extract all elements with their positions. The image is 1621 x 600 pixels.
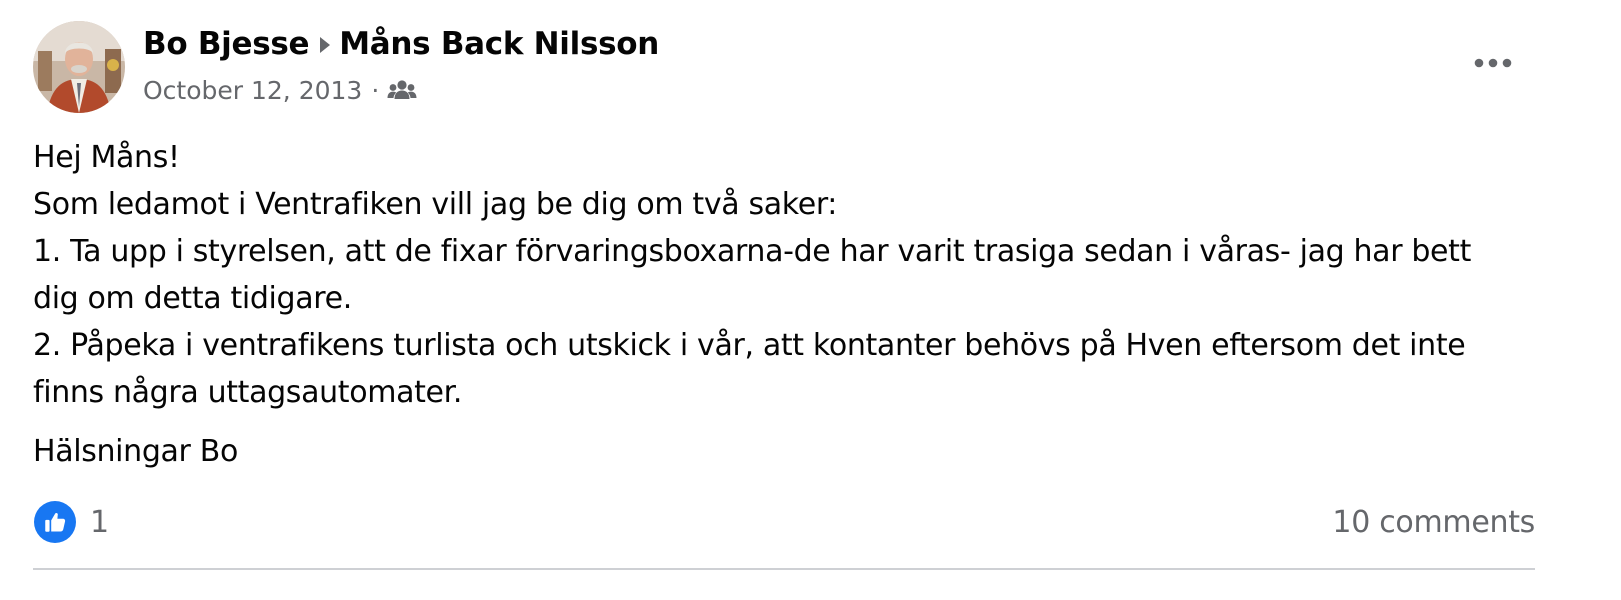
recipient-name[interactable]: Måns Back Nilsson [339,26,659,62]
meta-separator: · [371,75,380,105]
post-body-line: Som ledamot i Ventrafiken vill jag be di… [33,187,838,222]
author-avatar[interactable] [33,21,125,113]
divider [33,568,1535,570]
post-body-line: dig om detta tidigare. [33,281,352,316]
post-meta: October 12, 2013 · [143,74,417,106]
post-body: Hej Måns! Som ledamot i Ventrafiken vill… [33,134,1543,416]
arrow-right-icon [320,37,331,53]
avatar-photo [33,21,125,113]
post-signoff: Hälsningar Bo [33,434,238,469]
friends-icon[interactable] [387,79,417,101]
comments-count-link[interactable]: 10 comments [1332,500,1535,544]
more-options-icon[interactable] [1470,45,1516,81]
reaction-count: 1 [90,504,110,540]
post-body-line: finns några uttagsautomater. [33,375,463,410]
post-body-line: 2. Påpeka i ventrafikens turlista och ut… [33,328,1466,363]
author-name[interactable]: Bo Bjesse [143,26,310,62]
post-header-names: Bo Bjesse Måns Back Nilsson [143,24,659,64]
reactions-summary[interactable]: 1 [34,500,109,544]
post-card: Bo Bjesse Måns Back Nilsson October 12, … [0,0,1621,600]
post-body-line: Hej Måns! [33,140,180,175]
post-body-line: 1. Ta upp i styrelsen, att de fixar förv… [33,234,1471,269]
like-icon [34,501,76,543]
post-date[interactable]: October 12, 2013 [143,76,362,105]
